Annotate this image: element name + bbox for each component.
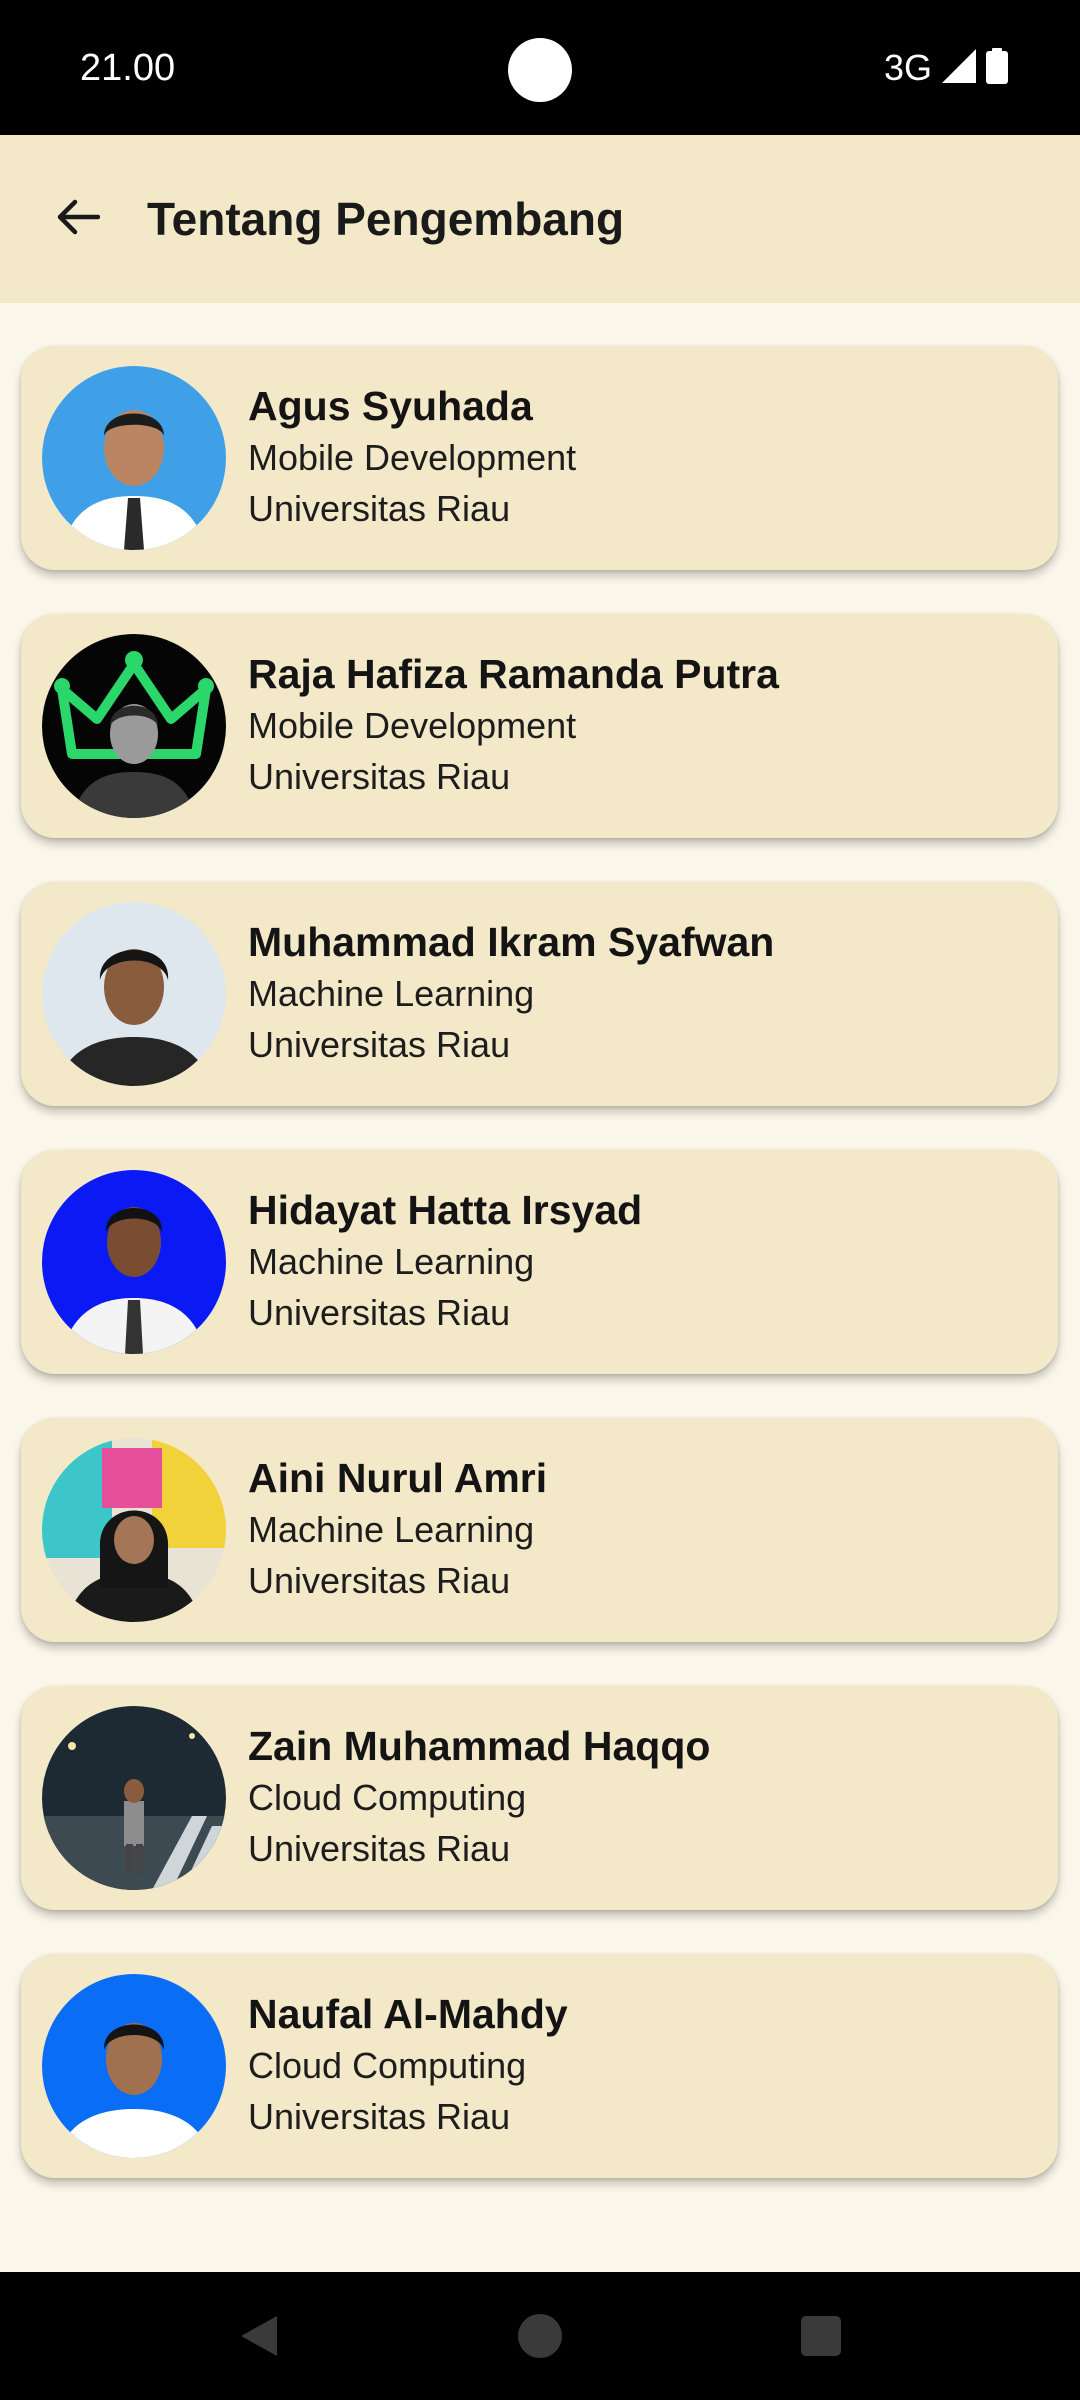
developer-info: Zain Muhammad Haqqo Cloud Computing Univ… xyxy=(248,1720,710,1874)
avatar xyxy=(42,902,226,1086)
developer-card[interactable]: Naufal Al-Mahdy Cloud Computing Universi… xyxy=(21,1954,1058,2178)
developer-card[interactable]: Muhammad Ikram Syafwan Machine Learning … xyxy=(21,882,1058,1106)
nav-recents-button[interactable] xyxy=(791,2308,851,2368)
app-bar: Tentang Pengembang xyxy=(0,135,1080,303)
developer-info: Naufal Al-Mahdy Cloud Computing Universi… xyxy=(248,1988,568,2142)
battery-icon xyxy=(986,47,1008,89)
system-navigation-bar xyxy=(0,2272,1080,2400)
developer-name: Hidayat Hatta Irsyad xyxy=(248,1187,643,1233)
developer-card[interactable]: Zain Muhammad Haqqo Cloud Computing Univ… xyxy=(21,1686,1058,1910)
developer-card[interactable]: Raja Hafiza Ramanda Putra Mobile Develop… xyxy=(21,614,1058,838)
arrow-left-icon xyxy=(56,199,101,240)
developer-name: Naufal Al-Mahdy xyxy=(248,1991,568,2037)
developer-card[interactable]: Aini Nurul Amri Machine Learning Univers… xyxy=(21,1418,1058,1642)
developer-name: Raja Hafiza Ramanda Putra xyxy=(248,651,779,697)
avatar xyxy=(42,1170,226,1354)
developer-university: Universitas Riau xyxy=(248,756,511,797)
cell-signal-icon xyxy=(942,48,976,88)
developer-role: Mobile Development xyxy=(248,437,577,478)
status-indicators: 3G xyxy=(884,44,1008,92)
status-bar: 21.00 3G xyxy=(0,0,1080,135)
nav-home-button[interactable] xyxy=(510,2308,570,2368)
back-button[interactable] xyxy=(38,179,118,259)
developer-name: Muhammad Ikram Syafwan xyxy=(248,919,775,965)
avatar xyxy=(42,634,226,818)
developer-info: Muhammad Ikram Syafwan Machine Learning … xyxy=(248,916,774,1070)
developer-role: Mobile Development xyxy=(248,705,577,746)
developer-card[interactable]: Hidayat Hatta Irsyad Machine Learning Un… xyxy=(21,1150,1058,1374)
developer-role: Machine Learning xyxy=(248,1509,535,1550)
developer-list: Agus Syuhada Mobile Development Universi… xyxy=(21,346,1058,2222)
camera-cutout xyxy=(508,38,572,102)
avatar xyxy=(42,1974,226,2158)
developer-university: Universitas Riau xyxy=(248,1292,511,1333)
developer-name: Aini Nurul Amri xyxy=(248,1455,548,1501)
circle-home-icon xyxy=(517,2313,563,2364)
developer-name: Zain Muhammad Haqqo xyxy=(248,1723,711,1769)
page-title: Tentang Pengembang xyxy=(147,193,625,245)
developer-university: Universitas Riau xyxy=(248,1024,511,1065)
developer-role: Machine Learning xyxy=(248,973,535,1014)
avatar xyxy=(42,366,226,550)
developer-info: Raja Hafiza Ramanda Putra Mobile Develop… xyxy=(248,648,779,802)
developer-university: Universitas Riau xyxy=(248,488,511,529)
avatar xyxy=(42,1438,226,1622)
developer-info: Hidayat Hatta Irsyad Machine Learning Un… xyxy=(248,1184,642,1338)
square-recents-icon xyxy=(800,2315,842,2362)
network-type: 3G xyxy=(883,47,932,88)
status-time: 21.00 xyxy=(80,47,176,89)
developer-role: Cloud Computing xyxy=(248,2045,527,2086)
developer-university: Universitas Riau xyxy=(248,1828,511,1869)
developer-role: Cloud Computing xyxy=(248,1777,527,1818)
app-screen: 21.00 3G Tentang Pengembang Agus Syuhada… xyxy=(0,0,1080,2400)
avatar xyxy=(42,1706,226,1890)
developer-info: Aini Nurul Amri Machine Learning Univers… xyxy=(248,1452,547,1606)
developer-university: Universitas Riau xyxy=(248,2096,511,2137)
triangle-back-icon xyxy=(239,2314,279,2363)
developer-university: Universitas Riau xyxy=(248,1560,511,1601)
developer-info: Agus Syuhada Mobile Development Universi… xyxy=(248,380,576,534)
nav-back-button[interactable] xyxy=(229,2308,289,2368)
developer-name: Agus Syuhada xyxy=(248,383,533,429)
developer-role: Machine Learning xyxy=(248,1241,535,1282)
developer-card[interactable]: Agus Syuhada Mobile Development Universi… xyxy=(21,346,1058,570)
